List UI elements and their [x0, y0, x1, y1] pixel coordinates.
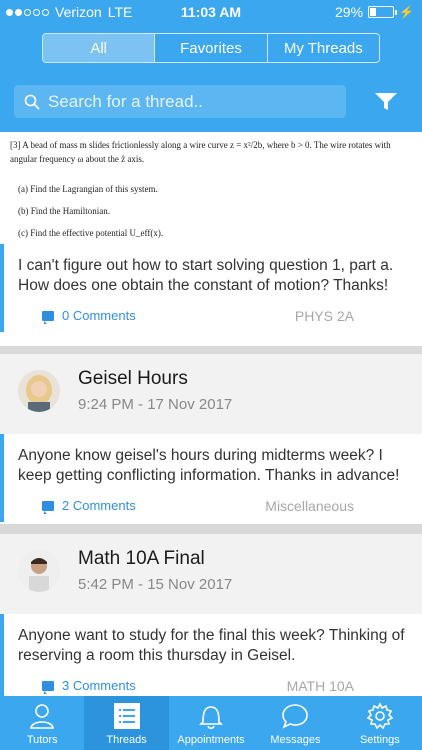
tab-label: Tutors — [26, 734, 58, 746]
filter-icon[interactable] — [374, 92, 398, 112]
thread-body: I can't figure out how to start solving … — [0, 244, 422, 332]
comments-count: 0 Comments — [62, 308, 136, 323]
thread-body: Anyone know geisel's hours during midter… — [0, 434, 422, 522]
comments-count: 3 Comments — [62, 678, 136, 693]
avatar — [18, 370, 60, 412]
tab-settings[interactable]: Settings — [338, 696, 422, 750]
problem-part-b: (b) Find the Hamiltonian. — [18, 206, 110, 216]
thread-card[interactable]: Geisel Hours 9:24 PM - 17 Nov 2017 Anyon… — [0, 354, 422, 524]
tab-label: Messages — [270, 734, 321, 746]
course-tag: PHYS 2A — [294, 308, 354, 324]
course-tag: MATH 10A — [286, 678, 354, 694]
thread-header: Math 10A Final 5:42 PM - 15 Nov 2017 — [0, 534, 422, 614]
comments-link[interactable]: 2 Comments — [42, 498, 136, 514]
search-input[interactable] — [48, 91, 328, 112]
thread-feed[interactable]: [3] A bead of mass m slides frictionless… — [0, 132, 422, 696]
thread-title: Geisel Hours — [78, 368, 188, 389]
thread-filter-segmented: All Favorites My Threads — [42, 33, 380, 63]
search-bar[interactable] — [14, 85, 346, 118]
avatar — [18, 550, 60, 592]
status-bar: Verizon LTE 11:03 AM 29% ⚡ — [0, 0, 422, 24]
thread-card[interactable]: Math 10A Final 5:42 PM - 15 Nov 2017 Any… — [0, 534, 422, 696]
comments-count: 2 Comments — [62, 498, 136, 513]
thread-text: Anyone know geisel's hours during midter… — [18, 447, 400, 484]
chat-bubble-icon — [282, 704, 309, 729]
tab-threads[interactable]: Threads — [84, 696, 169, 750]
segment-favorites[interactable]: Favorites — [155, 34, 268, 62]
charging-icon: ⚡ — [399, 5, 414, 19]
problem-header: [3] A bead of mass m slides frictionless… — [10, 140, 391, 164]
comments-link[interactable]: 3 Comments — [42, 678, 136, 694]
gear-icon — [366, 702, 394, 730]
thread-body: Anyone want to study for the final this … — [0, 614, 422, 696]
tab-tutors[interactable]: Tutors — [0, 696, 84, 750]
tab-appointments[interactable]: Appointments — [169, 696, 253, 750]
thread-date: 5:42 PM - 15 Nov 2017 — [78, 576, 233, 593]
tab-messages[interactable]: Messages — [253, 696, 337, 750]
accent-bar — [0, 614, 4, 696]
header: Verizon LTE 11:03 AM 29% ⚡ All Favorites… — [0, 0, 422, 132]
tab-bar: Tutors Threads Appointments Messages Set… — [0, 696, 422, 750]
problem-image: [3] A bead of mass m slides frictionless… — [0, 132, 422, 244]
tab-label: Appointments — [177, 734, 245, 746]
segment-all[interactable]: All — [43, 34, 156, 62]
comment-icon — [42, 680, 54, 694]
course-tag: Miscellaneous — [265, 498, 354, 514]
comments-link[interactable]: 0 Comments — [42, 308, 136, 324]
accent-bar — [0, 244, 4, 332]
search-icon — [24, 94, 40, 109]
tab-label: Settings — [359, 734, 400, 746]
thread-text: I can't figure out how to start solving … — [18, 257, 394, 294]
thread-header: Geisel Hours 9:24 PM - 17 Nov 2017 — [0, 354, 422, 434]
thread-text: Anyone want to study for the final this … — [18, 627, 405, 664]
tab-label: Threads — [106, 734, 147, 746]
thread-title: Math 10A Final — [78, 548, 205, 569]
problem-part-a: (a) Find the Lagrangian of this system. — [18, 184, 158, 194]
thread-date: 9:24 PM - 17 Nov 2017 — [78, 396, 233, 413]
thread-card[interactable]: [3] A bead of mass m slides frictionless… — [0, 132, 422, 346]
person-icon — [30, 704, 55, 729]
threads-list-icon — [113, 703, 140, 729]
battery-icon — [368, 6, 398, 18]
bell-icon — [199, 706, 223, 730]
comment-icon — [42, 500, 54, 514]
comment-icon — [42, 310, 54, 324]
problem-part-c: (c) Find the effective potential U_eff(x… — [18, 228, 164, 238]
segment-my-threads[interactable]: My Threads — [268, 34, 379, 62]
accent-bar — [0, 434, 4, 522]
battery-percent: 29% — [335, 4, 364, 20]
